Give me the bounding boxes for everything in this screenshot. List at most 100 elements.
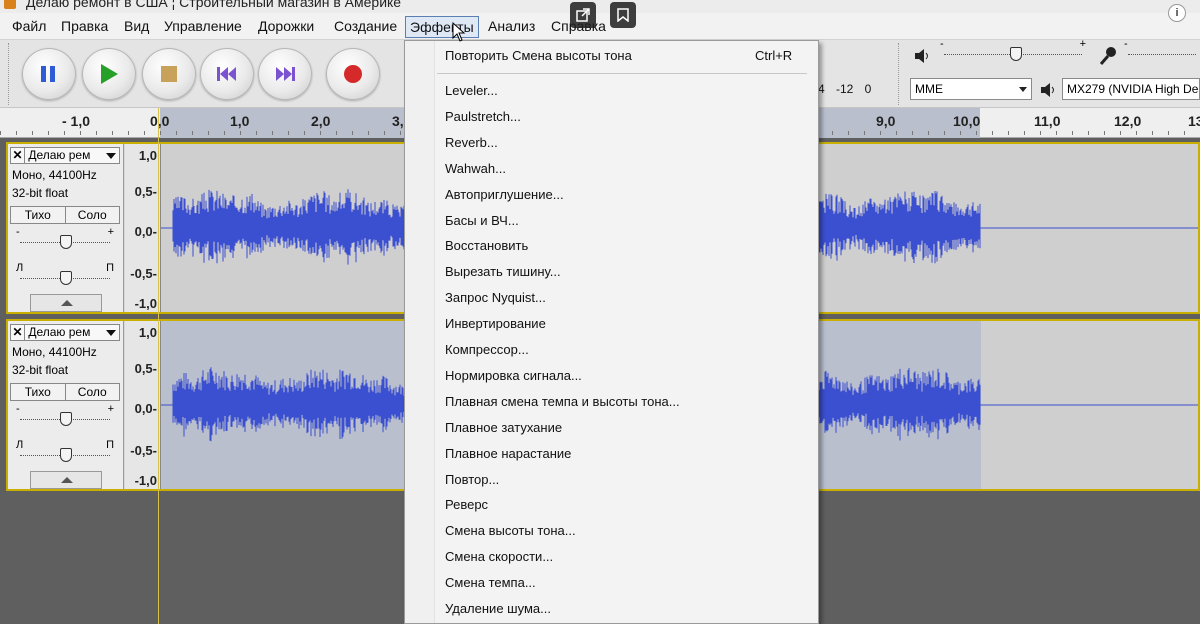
menu-item-effect[interactable]: Смена высоты тона... <box>445 523 576 538</box>
rec-volume-minus-label: - <box>1124 38 1128 50</box>
pan-knob[interactable] <box>60 448 72 462</box>
pause-button[interactable] <box>22 48 76 100</box>
menu-file[interactable]: Файл <box>12 18 46 34</box>
menu-item-effect[interactable]: Leveler... <box>445 83 498 98</box>
bookmark-overlay-button[interactable] <box>610 2 636 28</box>
record-volume-slider[interactable]: - <box>1124 38 1200 62</box>
track-bit-depth: 32-bit float <box>12 363 69 377</box>
track-name-menu[interactable]: ✕ Делаю рем <box>10 324 120 341</box>
track-name: Делаю рем <box>28 148 91 162</box>
audio-host-value: MME <box>915 82 943 96</box>
mute-button[interactable]: Тихо <box>11 384 66 400</box>
output-device-select[interactable]: MX279 (NVIDIA High De <box>1062 78 1200 100</box>
menu-item-effect[interactable]: Wahwah... <box>445 161 506 176</box>
play-button[interactable] <box>82 48 136 100</box>
menu-tracks[interactable]: Дорожки <box>258 18 314 34</box>
menu-item-repeat-effect[interactable]: Повторить Смена высоты тона <box>445 48 632 63</box>
ruler-minor-tick <box>1136 131 1137 135</box>
ruler-minor-tick <box>240 131 241 135</box>
solo-button[interactable]: Соло <box>65 207 119 223</box>
menu-item-effect[interactable]: Компрессор... <box>445 342 529 357</box>
toolbar-grip <box>8 43 10 105</box>
pan-knob[interactable] <box>60 271 72 285</box>
ruler-minor-tick <box>192 131 193 135</box>
scale-label: -1,0 <box>134 296 157 311</box>
menu-item-effect[interactable]: Paulstretch... <box>445 109 521 124</box>
pan-slider[interactable]: Л П <box>16 262 114 286</box>
menu-edit[interactable]: Правка <box>61 18 108 34</box>
gain-knob[interactable] <box>60 235 72 249</box>
menu-analyze[interactable]: Анализ <box>488 18 535 34</box>
gain-minus-label: - <box>16 226 20 238</box>
volume-knob[interactable] <box>1010 47 1022 61</box>
gain-knob[interactable] <box>60 412 72 426</box>
scale-label: 1,0 <box>138 148 157 163</box>
track-name: Делаю рем <box>28 325 91 339</box>
share-overlay-button[interactable] <box>570 2 596 28</box>
ruler-minor-tick <box>848 131 849 135</box>
menu-item-effect[interactable]: Восстановить <box>445 238 528 253</box>
menu-view[interactable]: Вид <box>124 18 149 34</box>
gain-slider[interactable]: - + <box>16 226 114 250</box>
menu-item-effect[interactable]: Удаление шума... <box>445 601 551 616</box>
mute-button[interactable]: Тихо <box>11 207 66 223</box>
menu-item-effect[interactable]: Запрос Nyquist... <box>445 290 546 305</box>
chevron-down-icon <box>106 330 116 336</box>
ruler-minor-tick <box>960 131 961 135</box>
playback-volume-slider[interactable]: - + <box>940 38 1086 62</box>
collapse-track-button[interactable] <box>30 471 102 489</box>
scale-label: -0,5- <box>130 266 157 281</box>
scale-label: -0,5- <box>130 443 157 458</box>
menu-effects[interactable]: Эффекты <box>405 16 479 38</box>
track-name-menu[interactable]: ✕ Делаю рем <box>10 147 120 164</box>
menu-item-effect[interactable]: Инвертирование <box>445 316 546 331</box>
record-button[interactable] <box>326 48 380 100</box>
close-track-icon[interactable]: ✕ <box>11 325 25 340</box>
ruler-minor-tick <box>304 131 305 135</box>
close-track-icon[interactable]: ✕ <box>11 148 25 163</box>
gain-slider[interactable]: - + <box>16 403 114 427</box>
menu-item-effect[interactable]: Автоприглушение... <box>445 187 564 202</box>
info-icon[interactable]: i <box>1168 4 1186 22</box>
menu-item-effect[interactable]: Вырезать тишину... <box>445 264 561 279</box>
skip-start-button[interactable] <box>200 48 254 100</box>
menu-generate[interactable]: Создание <box>334 18 397 34</box>
menu-item-effect[interactable]: Плавное нарастание <box>445 446 571 461</box>
scale-label: 0,0- <box>134 401 157 416</box>
chevron-down-icon <box>106 153 116 159</box>
menu-separator <box>437 73 807 74</box>
chevron-down-icon <box>1019 87 1027 92</box>
menu-item-effect[interactable]: Реверс <box>445 497 488 512</box>
menu-transport[interactable]: Управление <box>164 18 242 34</box>
audio-host-select[interactable]: MME <box>910 78 1032 100</box>
gain-plus-label: + <box>107 226 114 238</box>
ruler-minor-tick <box>176 131 177 135</box>
ruler-minor-tick <box>256 131 257 135</box>
menu-item-effect[interactable]: Повтор... <box>445 472 499 487</box>
solo-button[interactable]: Соло <box>65 384 119 400</box>
collapse-arrow-icon <box>61 477 73 483</box>
pause-icon <box>23 49 75 99</box>
ruler-tick: 11,0 <box>1034 113 1061 129</box>
skip-end-button[interactable] <box>258 48 312 100</box>
microphone-icon <box>1098 46 1118 69</box>
menu-item-effect[interactable]: Reverb... <box>445 135 498 150</box>
pan-right-label: П <box>106 262 114 274</box>
menu-item-effect[interactable]: Нормировка сигнала... <box>445 368 582 383</box>
ruler-minor-tick <box>1120 131 1121 135</box>
menu-item-effect[interactable]: Плавная смена темпа и высоты тона... <box>445 394 680 409</box>
stop-button[interactable] <box>142 48 196 100</box>
menu-item-effect[interactable]: Смена скорости... <box>445 549 553 564</box>
stop-icon <box>143 49 195 99</box>
pan-slider[interactable]: Л П <box>16 439 114 463</box>
effects-menu: Повторить Смена высоты тона Ctrl+R Level… <box>404 40 819 624</box>
ruler-minor-tick <box>1056 131 1057 135</box>
collapse-track-button[interactable] <box>30 294 102 312</box>
ruler-tick: - 1,0 <box>62 113 91 129</box>
playhead-cursor <box>158 108 159 624</box>
ruler-minor-tick <box>48 131 49 135</box>
menu-item-effect[interactable]: Плавное затухание <box>445 420 562 435</box>
menu-item-effect[interactable]: Смена темпа... <box>445 575 536 590</box>
menu-item-effect[interactable]: Басы и ВЧ... <box>445 213 519 228</box>
bookmark-icon <box>610 2 636 28</box>
